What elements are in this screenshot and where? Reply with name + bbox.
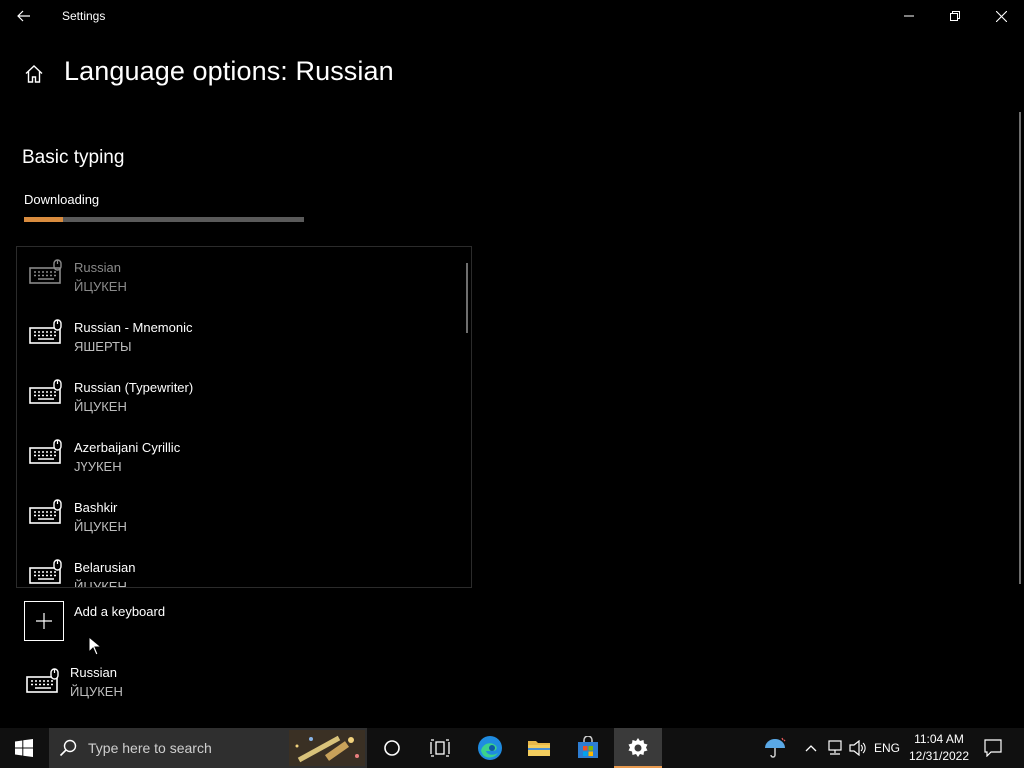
close-icon	[995, 10, 1007, 22]
back-button[interactable]	[8, 4, 40, 28]
start-button[interactable]	[0, 728, 48, 768]
minimize-icon	[904, 15, 914, 17]
keyboard-name: Russian	[74, 260, 121, 275]
keyboard-name: Russian (Typewriter)	[74, 380, 194, 395]
edge-browser-button[interactable]	[466, 728, 514, 768]
minimize-button[interactable]	[886, 0, 932, 32]
search-highlight-illustration-icon	[289, 730, 365, 766]
page-scrollbar[interactable]	[1019, 112, 1021, 584]
home-icon	[25, 65, 43, 83]
download-progress-fill	[24, 217, 64, 222]
input-language-indicator[interactable]: ENG	[872, 728, 902, 768]
keyboard-icon	[29, 319, 63, 345]
search-placeholder: Type here to search	[88, 740, 212, 756]
keyboard-list[interactable]: Russian ЙЦУКЕН Russian - Mnemonic ЯШЕРТЫ…	[16, 246, 472, 588]
cortana-circle-icon	[384, 740, 400, 756]
weather-button[interactable]	[760, 728, 790, 768]
keyboard-icon	[29, 259, 63, 285]
title-bar: Settings	[0, 0, 1024, 32]
windows-logo-icon	[15, 739, 33, 757]
keyboard-layout: ЯШЕРТЫ	[74, 339, 132, 354]
keyboard-list-item[interactable]: Russian - Mnemonic ЯШЕРТЫ	[17, 307, 457, 367]
keyboard-list-item[interactable]: Russian ЙЦУКЕН	[17, 247, 457, 307]
keyboard-icon	[29, 559, 63, 585]
keyboard-name: Russian - Mnemonic	[74, 320, 193, 335]
keyboard-icon	[26, 668, 60, 694]
keyboard-layout: ЙЦУКЕН	[70, 684, 123, 699]
folder-icon	[528, 741, 550, 756]
taskbar-search-box[interactable]: Type here to search	[49, 728, 367, 768]
network-icon	[828, 740, 842, 755]
store-bag-icon	[578, 736, 598, 758]
keyboard-list-item[interactable]: Azerbaijani Cyrillic ЈҮУКЕН	[17, 427, 457, 487]
keyboard-list-item[interactable]: Bashkir ЙЦУКЕН	[17, 487, 457, 547]
keyboard-layout: ЈҮУКЕН	[74, 459, 122, 474]
cortana-button[interactable]	[368, 728, 416, 768]
taskbar: Type here to search ENG 11:04 AM 12/31/2…	[0, 728, 1024, 768]
umbrella-weather-icon	[765, 737, 786, 758]
window-title: Settings	[62, 9, 106, 23]
installed-keyboard-item[interactable]: Russian ЙЦУКЕН	[24, 662, 324, 712]
microsoft-store-button[interactable]	[564, 728, 612, 768]
keyboard-icon	[29, 499, 63, 525]
keyboard-list-item[interactable]: Russian (Typewriter) ЙЦУКЕН	[17, 367, 457, 427]
notification-icon	[984, 739, 1002, 757]
search-icon	[59, 739, 77, 757]
keyboard-list-item[interactable]: Belarusian ЙЦУКЕН	[17, 547, 457, 588]
plus-icon	[36, 613, 52, 629]
gear-icon	[628, 738, 648, 757]
keyboard-mouse-glyph-icon	[29, 559, 62, 584]
download-progress-bar	[24, 217, 304, 222]
list-scrollbar[interactable]	[466, 263, 468, 333]
network-button[interactable]	[824, 728, 846, 768]
keyboard-layout: ЙЦУКЕН	[74, 579, 127, 588]
keyboard-layout: ЙЦУКЕН	[74, 519, 127, 534]
mouse-pointer-icon	[88, 636, 102, 656]
restore-icon	[950, 11, 960, 21]
download-status: Downloading	[24, 192, 100, 207]
task-view-button[interactable]	[416, 728, 464, 768]
keyboard-layout: ЙЦУКЕН	[74, 279, 127, 294]
notifications-button[interactable]	[978, 728, 1008, 768]
page-title: Language options: Russian	[64, 56, 394, 86]
task-view-icon	[430, 739, 450, 757]
keyboard-mouse-glyph-icon	[29, 379, 62, 404]
file-explorer-button[interactable]	[515, 728, 563, 768]
keyboard-icon	[29, 439, 63, 465]
keyboard-mouse-glyph-icon	[29, 259, 62, 284]
keyboard-mouse-glyph-icon	[29, 319, 62, 344]
add-keyboard-label[interactable]: Add a keyboard	[74, 604, 165, 619]
keyboard-mouse-glyph-icon	[29, 499, 62, 524]
keyboard-name: Belarusian	[74, 560, 136, 575]
chevron-up-icon	[805, 745, 817, 752]
keyboard-layout: ЙЦУКЕН	[74, 399, 127, 414]
show-hidden-icons-button[interactable]	[800, 728, 822, 768]
speaker-icon	[849, 740, 866, 756]
clock-time: 11:04 AM	[914, 732, 964, 746]
settings-taskbar-button[interactable]	[614, 728, 662, 768]
clock-date: 12/31/2022	[908, 749, 970, 763]
keyboard-mouse-glyph-icon	[26, 668, 59, 693]
back-arrow-icon	[17, 10, 30, 22]
keyboard-mouse-glyph-icon	[29, 439, 62, 464]
section-title: Basic typing	[22, 147, 125, 168]
restore-button[interactable]	[932, 0, 978, 32]
keyboard-name: Russian	[70, 665, 117, 680]
keyboard-name: Azerbaijani Cyrillic	[74, 440, 181, 455]
home-button[interactable]	[18, 58, 50, 90]
keyboard-icon	[29, 379, 63, 405]
close-button[interactable]	[978, 0, 1024, 32]
edge-icon	[478, 736, 502, 760]
add-keyboard-button[interactable]	[24, 601, 64, 641]
keyboard-name: Bashkir	[74, 500, 118, 515]
volume-button[interactable]	[847, 728, 869, 768]
